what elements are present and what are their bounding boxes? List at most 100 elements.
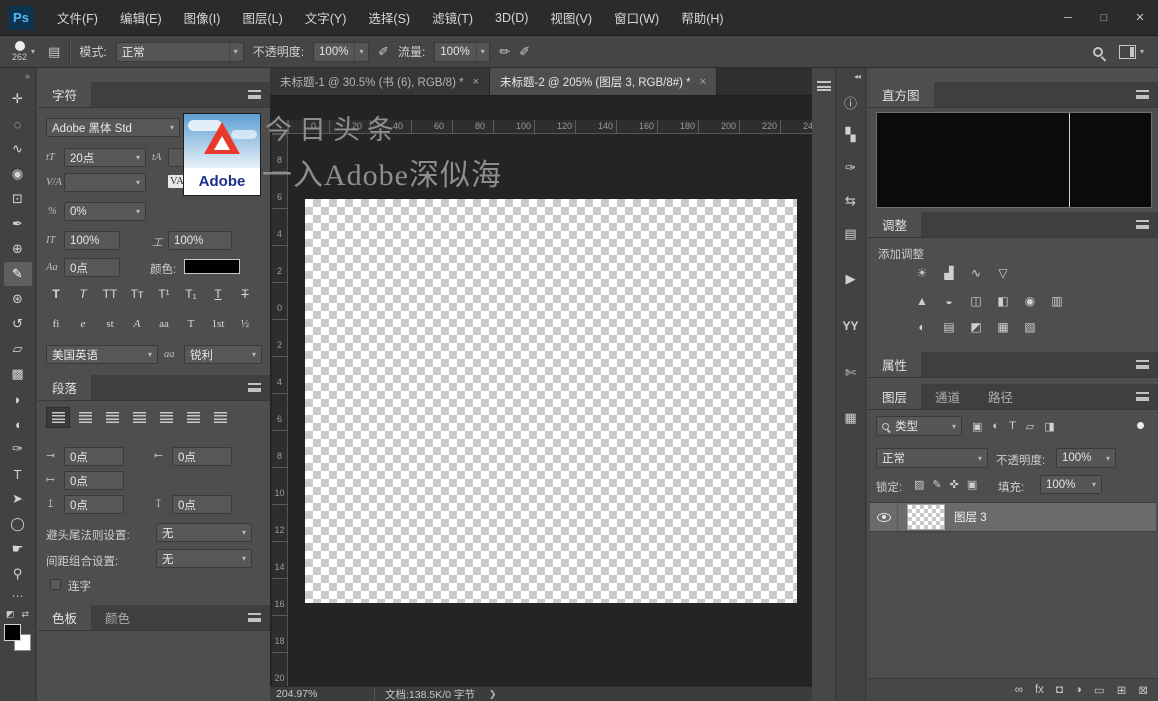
horizontal-scale-field[interactable]: 100%	[168, 231, 232, 250]
default-colors-icon[interactable]: ◩	[6, 609, 15, 620]
type-tool[interactable]: T	[4, 462, 32, 486]
tab-adjustments[interactable]: 调整	[868, 212, 921, 237]
zoom-level-field[interactable]: 204.97%	[276, 688, 340, 700]
black-white-icon[interactable]: ◧	[993, 292, 1013, 310]
space-after-field[interactable]: 0点	[172, 495, 232, 514]
quick-selection-tool[interactable]: ◉	[4, 162, 32, 186]
channel-mixer-icon[interactable]: ▥	[1047, 292, 1067, 310]
new-group-icon[interactable]: ▭	[1094, 683, 1105, 697]
brush-tool[interactable]: ✎	[4, 262, 32, 286]
delete-layer-icon[interactable]: ⊠	[1138, 683, 1148, 697]
filter-pixel-layers-icon[interactable]: ▣	[972, 420, 982, 433]
layer-name[interactable]: 图层 3	[954, 509, 987, 525]
gradient-tool[interactable]: ▩	[4, 362, 32, 386]
hand-tool[interactable]: ☛	[4, 537, 32, 561]
search-icon[interactable]	[1093, 47, 1103, 57]
photo-filter-icon[interactable]: ◉	[1020, 292, 1040, 310]
filter-type-layers-icon[interactable]: T	[1009, 420, 1016, 433]
ordinals-button[interactable]: 1st	[206, 314, 230, 333]
space-before-field[interactable]: 0点	[64, 495, 124, 514]
mojikumi-select[interactable]: 无 ▾	[156, 549, 252, 568]
lock-pixels-icon[interactable]: ✎	[932, 478, 941, 491]
tab-channels[interactable]: 通道	[921, 384, 974, 409]
align-right-button[interactable]	[100, 407, 124, 428]
contextual-alternates-button[interactable]: e	[71, 314, 95, 333]
menu-select[interactable]: 选择(S)	[357, 0, 421, 35]
right-indent-field[interactable]: 0点	[172, 447, 232, 466]
lock-position-icon[interactable]: ✜	[950, 478, 959, 491]
swap-colors-icon[interactable]: ⇄	[21, 609, 29, 620]
antialias-select[interactable]: 锐利 ▾	[184, 345, 262, 364]
minimize-button[interactable]: ─	[1050, 0, 1086, 35]
layer-filter-select[interactable]: 类型 ▾	[876, 416, 962, 436]
edit-toolbar-icon[interactable]: ⋯	[12, 589, 24, 603]
layer-row-selected[interactable]: 图层 3	[870, 502, 1156, 532]
small-caps-button[interactable]: Tᴛ	[125, 284, 149, 303]
workspace-switcher[interactable]: ▾	[1119, 45, 1144, 59]
hyphenate-checkbox[interactable]	[50, 579, 61, 590]
menu-type[interactable]: 文字(Y)	[294, 0, 358, 35]
hue-saturation-icon[interactable]: ◒	[939, 292, 959, 310]
lasso-tool[interactable]: ∿	[4, 137, 32, 161]
panel-menu-icon[interactable]	[248, 613, 261, 622]
crop-tool[interactable]: ⊡	[4, 187, 32, 211]
history-brush-tool[interactable]: ↺	[4, 312, 32, 336]
justify-last-center-button[interactable]	[154, 407, 178, 428]
document-tab[interactable]: 未标题-1 @ 30.5% (书 (6), RGB/8) * ×	[270, 68, 490, 95]
actions-icon[interactable]: ▶	[838, 266, 864, 292]
justify-last-left-button[interactable]	[127, 407, 151, 428]
measurement-log-icon[interactable]: ▚	[838, 122, 864, 148]
posterize-icon[interactable]: ▤	[939, 318, 959, 336]
selective-color-icon[interactable]: ▧	[1020, 318, 1040, 336]
subscript-button[interactable]: T₁	[179, 284, 203, 303]
fill-select[interactable]: 100% ▾	[1040, 475, 1102, 494]
panel-menu-icon[interactable]	[1136, 90, 1149, 99]
blur-tool[interactable]: ◗	[4, 387, 32, 411]
left-indent-field[interactable]: 0点	[64, 447, 124, 466]
marquee-tool[interactable]: ◌	[4, 112, 32, 136]
threshold-icon[interactable]: ◩	[966, 318, 986, 336]
exposure-icon[interactable]: ▽	[993, 264, 1013, 282]
dodge-tool[interactable]: ◖	[4, 412, 32, 436]
justify-last-right-button[interactable]	[181, 407, 205, 428]
eraser-tool[interactable]: ▱	[4, 337, 32, 361]
panel-menu-icon[interactable]	[1136, 392, 1149, 401]
tab-character[interactable]: 字符	[38, 82, 91, 107]
status-expand-icon[interactable]: ❯	[489, 689, 497, 700]
panel-menu-icon[interactable]	[248, 90, 261, 99]
panel-menu-icon[interactable]	[248, 383, 261, 392]
text-color-swatch[interactable]	[184, 259, 240, 274]
tab-layers[interactable]: 图层	[868, 384, 921, 409]
menu-help[interactable]: 帮助(H)	[670, 0, 734, 35]
tab-color[interactable]: 颜色	[91, 605, 144, 630]
menu-window[interactable]: 窗口(W)	[603, 0, 670, 35]
underline-button[interactable]: T	[206, 284, 230, 303]
link-layers-icon[interactable]: ∞	[1015, 684, 1023, 696]
filter-adjustment-layers-icon[interactable]: ◐	[992, 420, 999, 433]
healing-brush-tool[interactable]: ⊕	[4, 237, 32, 261]
menu-layer[interactable]: 图层(L)	[231, 0, 293, 35]
menu-filter[interactable]: 滤镜(T)	[421, 0, 484, 35]
tab-paths[interactable]: 路径	[974, 384, 1027, 409]
titling-alternates-button[interactable]: T	[179, 314, 203, 333]
faux-bold-button[interactable]: T	[44, 284, 68, 303]
align-center-button[interactable]	[73, 407, 97, 428]
vertical-scale-field[interactable]: 100%	[64, 231, 120, 250]
superscript-button[interactable]: T¹	[152, 284, 176, 303]
tab-properties[interactable]: 属性	[868, 352, 921, 377]
curves-icon[interactable]: ∿	[966, 264, 986, 282]
layer-visibility-cell[interactable]	[870, 503, 898, 531]
font-family-select[interactable]: Adobe 黑体 Std ▾	[46, 118, 180, 137]
kerning-select[interactable]: ▾	[64, 173, 146, 192]
pressure-opacity-icon[interactable]: ✐	[378, 44, 389, 60]
dock-collapse-icon[interactable]: ◂◂	[854, 72, 860, 81]
brush-panel-toggle-icon[interactable]: ▤	[48, 44, 60, 60]
filter-shape-layers-icon[interactable]: ▱	[1026, 420, 1034, 433]
clone-source-icon[interactable]: ⇆	[838, 188, 864, 214]
document-tab[interactable]: 未标题-2 @ 205% (图层 3, RGB/8#) * ×	[490, 68, 717, 95]
notes-icon[interactable]: ✄	[838, 360, 864, 386]
close-icon[interactable]: ×	[473, 76, 479, 88]
foreground-color-swatch[interactable]	[4, 624, 21, 641]
panel-menu-icon[interactable]	[1136, 360, 1149, 369]
strikethrough-button[interactable]: T	[233, 284, 257, 303]
